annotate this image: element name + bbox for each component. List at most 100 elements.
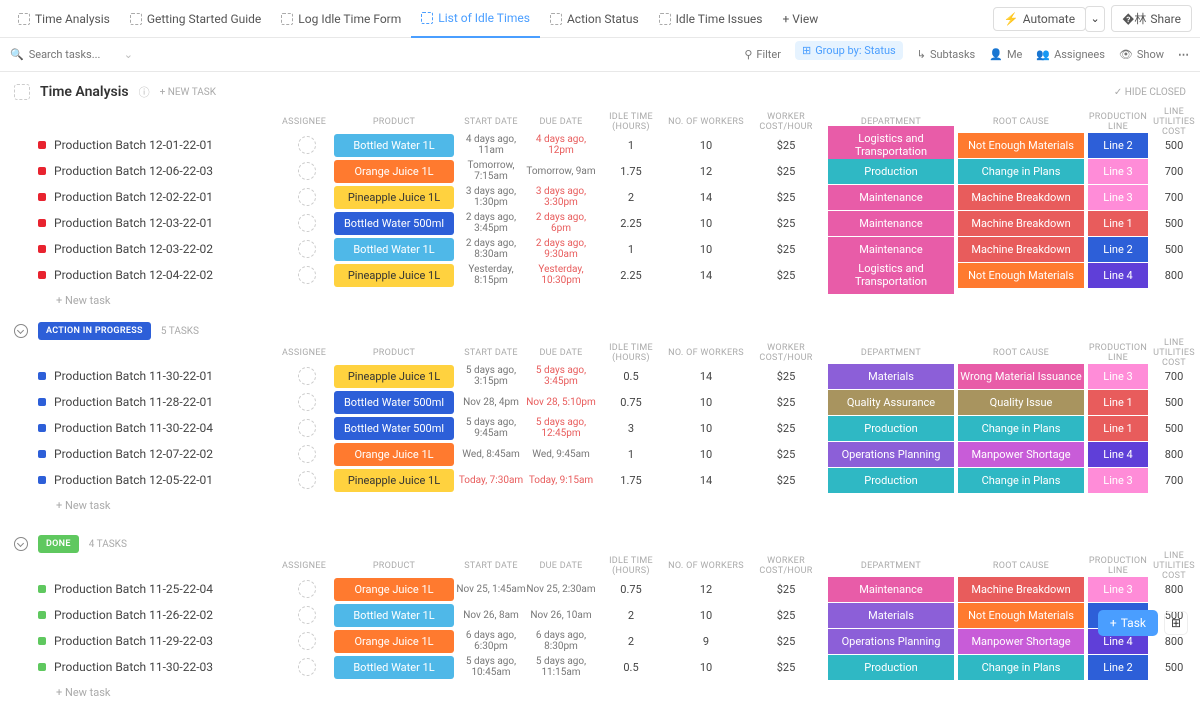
line-cell[interactable]: Line 2 bbox=[1086, 655, 1150, 680]
task-row[interactable]: Production Batch 12-03-22-01 Bottled Wat… bbox=[0, 210, 1200, 236]
assignee-cell[interactable] bbox=[282, 214, 332, 232]
line-cell[interactable]: Line 3 bbox=[1086, 577, 1150, 602]
department-cell[interactable]: Logistics and Transportation bbox=[826, 256, 956, 294]
root-cause-cell[interactable]: Machine Breakdown bbox=[956, 211, 1086, 236]
tab-log-form[interactable]: Log Idle Time Form bbox=[271, 0, 411, 38]
task-row[interactable]: Production Batch 11-25-22-04 Orange Juic… bbox=[0, 576, 1200, 602]
task-row[interactable]: Production Batch 11-29-22-03 Orange Juic… bbox=[0, 628, 1200, 654]
product-cell[interactable]: Orange Juice 1L bbox=[332, 578, 456, 601]
fab-apps-button[interactable]: ⊞ bbox=[1164, 611, 1188, 635]
task-row[interactable]: Production Batch 11-30-22-04 Bottled Wat… bbox=[0, 415, 1200, 441]
task-row[interactable]: Production Batch 11-30-22-03 Bottled Wat… bbox=[0, 654, 1200, 680]
automate-button[interactable]: ⚡Automate bbox=[993, 7, 1086, 31]
group-label[interactable]: ACTION IN PROGRESS bbox=[38, 322, 151, 340]
product-cell[interactable]: Pineapple Juice 1L bbox=[332, 264, 456, 287]
assignee-cell[interactable] bbox=[282, 632, 332, 650]
root-cause-cell[interactable]: Wrong Material Issuance bbox=[956, 364, 1086, 389]
assignee-cell[interactable] bbox=[282, 419, 332, 437]
root-cause-cell[interactable]: Manpower Shortage bbox=[956, 629, 1086, 654]
department-cell[interactable]: Production bbox=[826, 468, 956, 493]
new-task-header[interactable]: + NEW TASK bbox=[160, 87, 216, 98]
department-cell[interactable]: Quality Assurance bbox=[826, 390, 956, 415]
root-cause-cell[interactable]: Change in Plans bbox=[956, 416, 1086, 441]
product-cell[interactable]: Bottled Water 1L bbox=[332, 134, 456, 157]
task-row[interactable]: Production Batch 12-07-22-02 Orange Juic… bbox=[0, 441, 1200, 467]
department-cell[interactable]: Operations Planning bbox=[826, 442, 956, 467]
department-cell[interactable]: Production bbox=[826, 416, 956, 441]
task-row[interactable]: Production Batch 12-05-22-01 Pineapple J… bbox=[0, 467, 1200, 493]
root-cause-cell[interactable]: Change in Plans bbox=[956, 655, 1086, 680]
task-row[interactable]: Production Batch 12-04-22-02 Pineapple J… bbox=[0, 262, 1200, 288]
new-task-row[interactable]: + New task bbox=[0, 493, 1200, 518]
product-cell[interactable]: Orange Juice 1L bbox=[332, 160, 456, 183]
tab-action-status[interactable]: Action Status bbox=[540, 0, 649, 38]
assignee-cell[interactable] bbox=[282, 445, 332, 463]
tab-issues[interactable]: Idle Time Issues bbox=[649, 0, 773, 38]
root-cause-cell[interactable]: Machine Breakdown bbox=[956, 577, 1086, 602]
product-cell[interactable]: Orange Juice 1L bbox=[332, 443, 456, 466]
root-cause-cell[interactable]: Not Enough Materials bbox=[956, 263, 1086, 288]
root-cause-cell[interactable]: Change in Plans bbox=[956, 159, 1086, 184]
group-by-button[interactable]: ⊞Group by: Status bbox=[795, 41, 903, 60]
assignee-cell[interactable] bbox=[282, 136, 332, 154]
assignee-cell[interactable] bbox=[282, 471, 332, 489]
more-menu[interactable]: ⋯ bbox=[1178, 48, 1190, 61]
line-cell[interactable]: Line 1 bbox=[1086, 211, 1150, 236]
assignee-cell[interactable] bbox=[282, 658, 332, 676]
new-task-row[interactable]: + New task bbox=[0, 680, 1200, 705]
product-cell[interactable]: Bottled Water 1L bbox=[332, 604, 456, 627]
product-cell[interactable]: Bottled Water 500ml bbox=[332, 417, 456, 440]
department-cell[interactable]: Operations Planning bbox=[826, 629, 956, 654]
fab-task-button[interactable]: +Task bbox=[1098, 610, 1158, 636]
hide-closed[interactable]: ✓ HIDE CLOSED bbox=[1114, 87, 1186, 98]
product-cell[interactable]: Pineapple Juice 1L bbox=[332, 469, 456, 492]
task-row[interactable]: Production Batch 12-03-22-02 Bottled Wat… bbox=[0, 236, 1200, 262]
share-button[interactable]: �林Share bbox=[1111, 5, 1192, 32]
tab-getting-started[interactable]: Getting Started Guide bbox=[120, 0, 271, 38]
assignee-cell[interactable] bbox=[282, 580, 332, 598]
group-label[interactable]: DONE bbox=[38, 535, 79, 553]
add-view[interactable]: + View bbox=[773, 0, 829, 38]
assignee-cell[interactable] bbox=[282, 240, 332, 258]
automate-caret[interactable]: ⌄ bbox=[1085, 6, 1105, 32]
line-cell[interactable]: Line 3 bbox=[1086, 468, 1150, 493]
product-cell[interactable]: Bottled Water 1L bbox=[332, 238, 456, 261]
line-cell[interactable]: Line 4 bbox=[1086, 442, 1150, 467]
subtasks-button[interactable]: ↳Subtasks bbox=[917, 48, 976, 61]
assignee-cell[interactable] bbox=[282, 162, 332, 180]
line-cell[interactable]: Line 4 bbox=[1086, 263, 1150, 288]
task-row[interactable]: Production Batch 11-26-22-02 Bottled Wat… bbox=[0, 602, 1200, 628]
root-cause-cell[interactable]: Manpower Shortage bbox=[956, 442, 1086, 467]
root-cause-cell[interactable]: Not Enough Materials bbox=[956, 133, 1086, 158]
root-cause-cell[interactable]: Machine Breakdown bbox=[956, 185, 1086, 210]
line-cell[interactable]: Line 3 bbox=[1086, 185, 1150, 210]
department-cell[interactable]: Maintenance bbox=[826, 577, 956, 602]
filter-button[interactable]: ⚲Filter bbox=[744, 48, 781, 61]
assignee-cell[interactable] bbox=[282, 393, 332, 411]
line-cell[interactable]: Line 1 bbox=[1086, 416, 1150, 441]
me-button[interactable]: 👤Me bbox=[989, 48, 1022, 61]
assignees-button[interactable]: 👥Assignees bbox=[1036, 48, 1105, 61]
line-cell[interactable]: Line 2 bbox=[1086, 133, 1150, 158]
root-cause-cell[interactable]: Machine Breakdown bbox=[956, 237, 1086, 262]
task-row[interactable]: Production Batch 12-06-22-03 Orange Juic… bbox=[0, 158, 1200, 184]
department-cell[interactable]: Production bbox=[826, 159, 956, 184]
department-cell[interactable]: Production bbox=[826, 655, 956, 680]
product-cell[interactable]: Pineapple Juice 1L bbox=[332, 365, 456, 388]
product-cell[interactable]: Orange Juice 1L bbox=[332, 630, 456, 653]
root-cause-cell[interactable]: Change in Plans bbox=[956, 468, 1086, 493]
assignee-cell[interactable] bbox=[282, 266, 332, 284]
department-cell[interactable]: Materials bbox=[826, 364, 956, 389]
assignee-cell[interactable] bbox=[282, 367, 332, 385]
tab-list-idle[interactable]: List of Idle Times bbox=[411, 0, 540, 38]
show-button[interactable]: 👁Show bbox=[1119, 48, 1164, 61]
product-cell[interactable]: Bottled Water 500ml bbox=[332, 391, 456, 414]
product-cell[interactable]: Pineapple Juice 1L bbox=[332, 186, 456, 209]
task-row[interactable]: Production Batch 12-02-22-01 Pineapple J… bbox=[0, 184, 1200, 210]
assignee-cell[interactable] bbox=[282, 606, 332, 624]
tab-time-analysis[interactable]: Time Analysis bbox=[8, 0, 120, 38]
assignee-cell[interactable] bbox=[282, 188, 332, 206]
line-cell[interactable]: Line 2 bbox=[1086, 237, 1150, 262]
department-cell[interactable]: Maintenance bbox=[826, 211, 956, 236]
line-cell[interactable]: Line 3 bbox=[1086, 159, 1150, 184]
